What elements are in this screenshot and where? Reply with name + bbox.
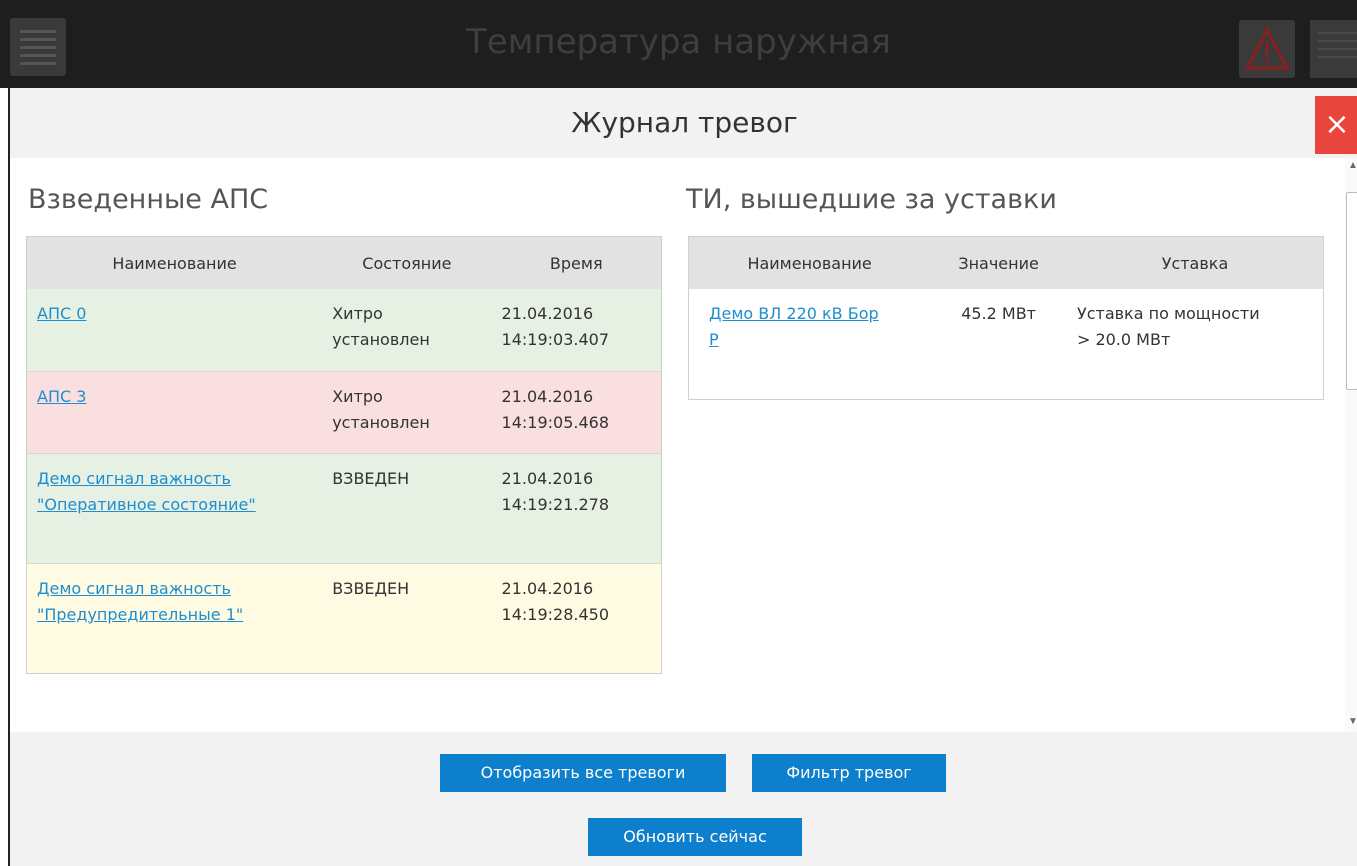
aps-table: Наименование Состояние Время АПС 0 Хитро… xyxy=(26,236,662,674)
app-title: Температура наружная xyxy=(466,22,891,62)
dialog-title: Журнал тревог xyxy=(571,106,798,139)
alarm-filter-button[interactable]: Фильтр тревог xyxy=(752,754,946,792)
dialog-body: Взведенные АПС Наименование Состояние Вр… xyxy=(10,158,1345,732)
table-row: Демо ВЛ 220 кВ Бор Р 45.2 МВт Уставка по… xyxy=(689,289,1324,399)
aps-link[interactable]: АПС 0 xyxy=(37,304,86,323)
state-cell: Хитро установлен xyxy=(322,370,492,453)
ti-table-header: Наименование Значение Уставка xyxy=(688,236,1324,289)
warning-triangle-icon[interactable] xyxy=(1239,20,1295,78)
column-header-time: Время xyxy=(491,236,662,289)
refresh-now-button[interactable]: Обновить сейчас xyxy=(588,818,802,856)
aps-link[interactable]: АПС 3 xyxy=(37,387,86,406)
state-cell: ВЗВЕДЕН xyxy=(322,562,492,673)
ti-link[interactable]: Демо ВЛ 220 кВ Бор Р xyxy=(709,304,879,349)
alarm-log-dialog: Журнал тревог × Взведенные АПС Наименова… xyxy=(8,88,1357,866)
column-header-state: Состояние xyxy=(322,236,492,289)
aps-link[interactable]: Демо сигнал важность "Предупредительные … xyxy=(37,579,243,624)
table-row: АПС 0 Хитро установлен 21.04.2016 14:19:… xyxy=(26,289,662,371)
time-cell: 21.04.2016 14:19:03.407 xyxy=(491,289,662,371)
dialog-header: Журнал тревог xyxy=(10,88,1357,158)
state-cell: Хитро установлен xyxy=(322,289,492,371)
value-cell: 45.2 МВт xyxy=(961,304,1036,323)
dialog-footer: Отобразить все тревоги Фильтр тревог Обн… xyxy=(10,732,1357,866)
scroll-up-icon[interactable]: ▲ xyxy=(1348,161,1357,171)
side-panel-icon[interactable] xyxy=(1310,20,1357,78)
column-header-name: Наименование xyxy=(688,236,931,289)
setpoint-cell: Уставка по мощности > 20.0 МВт xyxy=(1076,304,1260,349)
vertical-scrollbar[interactable]: ▲ ▼ xyxy=(1345,158,1357,732)
ti-table: Наименование Значение Уставка Демо ВЛ 22… xyxy=(688,236,1324,400)
scroll-down-icon[interactable]: ▼ xyxy=(1348,717,1357,727)
aps-table-header: Наименование Состояние Время xyxy=(26,236,662,289)
column-header-name: Наименование xyxy=(26,236,323,289)
table-row: Демо сигнал важность "Оперативное состоя… xyxy=(26,452,662,563)
show-all-alarms-button[interactable]: Отобразить все тревоги xyxy=(440,754,726,792)
time-cell: 21.04.2016 14:19:05.468 xyxy=(491,370,662,453)
time-cell: 21.04.2016 14:19:28.450 xyxy=(491,562,662,673)
time-cell: 21.04.2016 14:19:21.278 xyxy=(491,452,662,563)
app-top-bar: Температура наружная xyxy=(0,0,1357,88)
aps-link[interactable]: Демо сигнал важность "Оперативное состоя… xyxy=(37,469,256,514)
table-row: Демо сигнал важность "Предупредительные … xyxy=(26,562,662,673)
aps-section-title: Взведенные АПС xyxy=(28,184,269,215)
scroll-thumb[interactable] xyxy=(1346,192,1357,390)
table-row: АПС 3 Хитро установлен 21.04.2016 14:19:… xyxy=(26,370,662,453)
column-header-value: Значение xyxy=(930,236,1067,289)
ti-section-title: ТИ, вышедшие за уставки xyxy=(686,184,1057,215)
column-header-setpoint: Уставка xyxy=(1066,236,1324,289)
close-button[interactable]: × xyxy=(1315,96,1357,154)
state-cell: ВЗВЕДЕН xyxy=(322,452,492,563)
